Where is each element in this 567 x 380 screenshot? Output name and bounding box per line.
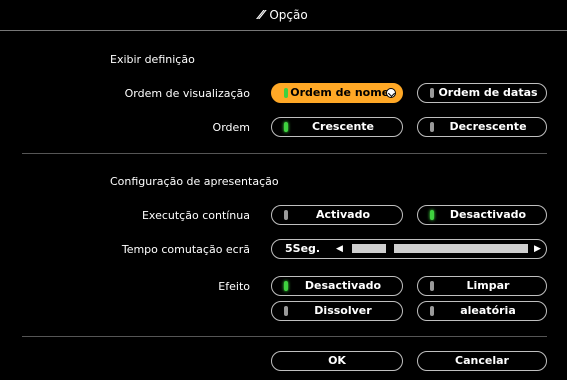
toggle-indicator-icon bbox=[284, 210, 288, 220]
toggle-indicator-icon bbox=[430, 306, 434, 316]
order-descending-button[interactable]: Decrescente bbox=[417, 117, 547, 137]
ok-label: OK bbox=[328, 354, 346, 367]
check-circle-icon bbox=[386, 88, 396, 98]
switch-time-slider[interactable]: 5Seg. ◀ ▶ bbox=[271, 239, 547, 259]
view-order-by-name-label: Ordem de nomes bbox=[290, 86, 396, 99]
section-heading-display: Exibir definição bbox=[110, 53, 195, 66]
options-panel: Exibir definição Ordem de visualização O… bbox=[0, 30, 567, 380]
toggle-indicator-icon bbox=[284, 281, 288, 291]
continuous-on-button[interactable]: Activado bbox=[271, 205, 403, 225]
switch-time-value: 5Seg. bbox=[285, 242, 321, 255]
order-descending-label: Decrescente bbox=[449, 120, 527, 133]
continuous-label: Executção contínua bbox=[141, 209, 250, 222]
continuous-off-button[interactable]: Desactivado bbox=[417, 205, 547, 225]
view-order-by-date-label: Ordem de datas bbox=[438, 86, 538, 99]
ok-button[interactable]: OK bbox=[271, 351, 403, 371]
effect-random-label: aleatória bbox=[460, 304, 516, 317]
toggle-indicator-icon bbox=[430, 88, 434, 98]
toggle-indicator-icon bbox=[430, 210, 434, 220]
effect-dissolve-label: Dissolver bbox=[314, 304, 372, 317]
view-order-by-date-button[interactable]: Ordem de datas bbox=[417, 83, 547, 103]
window-title: Opção bbox=[269, 8, 308, 22]
slider-thumb[interactable] bbox=[386, 244, 394, 253]
effect-off-label: Desactivado bbox=[304, 279, 382, 292]
arrow-right-icon[interactable]: ▶ bbox=[534, 240, 541, 258]
continuous-off-label: Desactivado bbox=[449, 208, 527, 221]
wrench-icon: ⁄⁄ bbox=[259, 8, 264, 22]
effect-label: Efeito bbox=[218, 280, 250, 293]
order-ascending-button[interactable]: Crescente bbox=[271, 117, 403, 137]
effect-wipe-label: Limpar bbox=[466, 279, 510, 292]
title-bar: ⁄⁄ Opção bbox=[0, 0, 567, 30]
switch-time-label: Tempo comutação ecrã bbox=[121, 243, 250, 256]
toggle-indicator-icon bbox=[430, 281, 434, 291]
order-ascending-label: Crescente bbox=[311, 120, 375, 133]
toggle-indicator-icon bbox=[284, 122, 288, 132]
view-order-by-name-button[interactable]: Ordem de nomes bbox=[271, 83, 403, 103]
effect-random-button[interactable]: aleatória bbox=[417, 301, 547, 321]
toggle-indicator-icon bbox=[430, 122, 434, 132]
effect-dissolve-button[interactable]: Dissolver bbox=[271, 301, 403, 321]
top-divider bbox=[0, 30, 567, 31]
section-divider bbox=[22, 153, 547, 154]
order-label: Ordem bbox=[212, 121, 250, 134]
view-order-label: Ordem de visualização bbox=[124, 87, 250, 100]
effect-wipe-button[interactable]: Limpar bbox=[417, 276, 547, 296]
continuous-on-label: Activado bbox=[315, 208, 371, 221]
cancel-button[interactable]: Cancelar bbox=[417, 351, 547, 371]
slider-track[interactable] bbox=[352, 244, 528, 253]
cancel-label: Cancelar bbox=[455, 354, 509, 367]
arrow-left-icon[interactable]: ◀ bbox=[336, 240, 343, 258]
section-heading-presentation: Configuração de apresentação bbox=[110, 175, 279, 188]
effect-off-button[interactable]: Desactivado bbox=[271, 276, 403, 296]
footer-divider bbox=[22, 336, 547, 337]
toggle-indicator-icon bbox=[284, 88, 288, 98]
toggle-indicator-icon bbox=[284, 306, 288, 316]
